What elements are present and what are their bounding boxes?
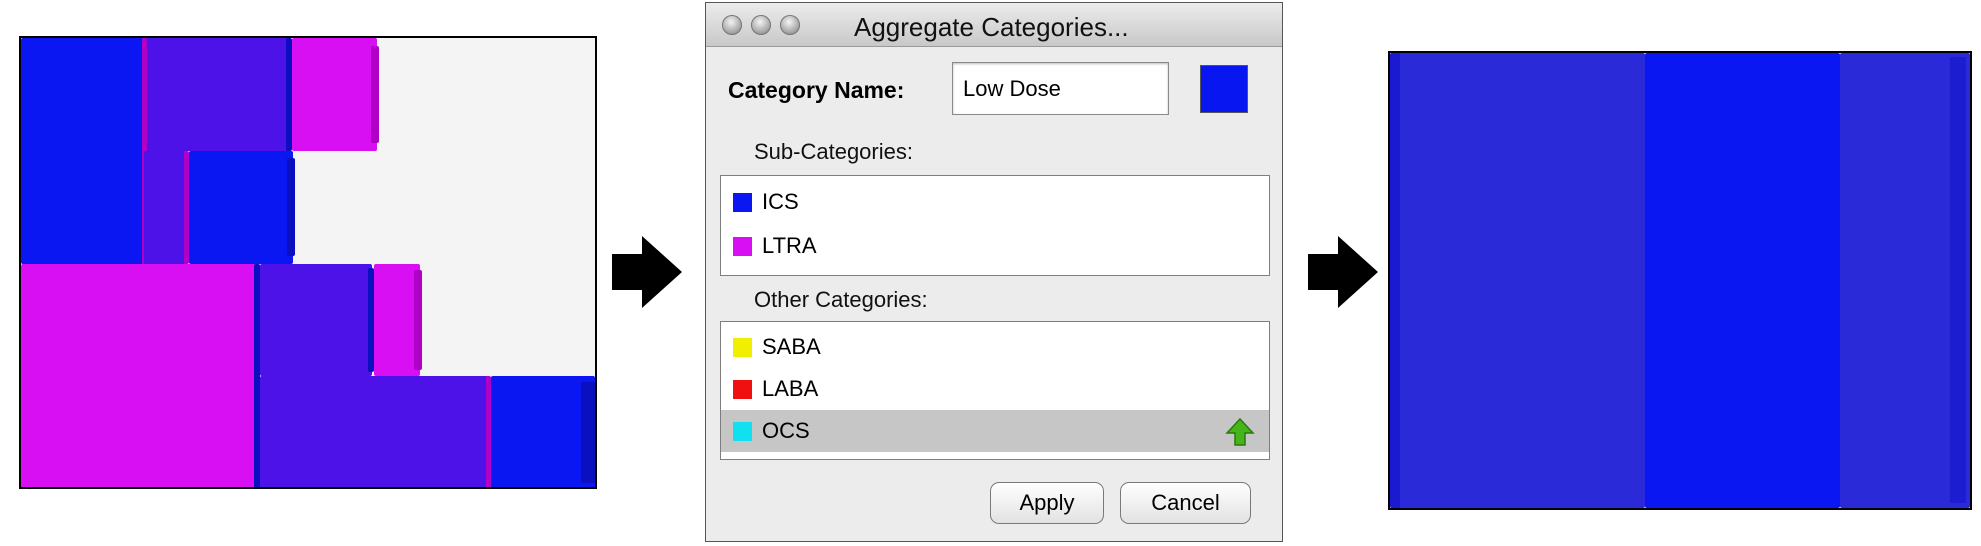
treemap-after bbox=[1388, 51, 1972, 510]
saba-color-swatch bbox=[733, 337, 752, 357]
treemap-block bbox=[21, 38, 144, 264]
treemap-block-edge bbox=[1390, 53, 1400, 508]
category-name-label: Category Name: bbox=[728, 77, 905, 103]
list-item[interactable]: ICS bbox=[721, 181, 1269, 223]
list-item-selected[interactable]: OCS bbox=[721, 410, 1269, 452]
list-item-label: LTRA bbox=[762, 233, 817, 258]
laba-color-swatch bbox=[733, 379, 752, 399]
treemap-block bbox=[189, 151, 293, 264]
close-window-button[interactable] bbox=[722, 15, 742, 35]
list-item-label: SABA bbox=[762, 334, 821, 359]
move-up-arrow-icon[interactable] bbox=[1225, 417, 1255, 447]
sub-categories-label: Sub-Categories: bbox=[754, 139, 913, 164]
treemap-block-edge bbox=[581, 382, 595, 483]
right-arrow-icon bbox=[1308, 236, 1378, 308]
treemap-block bbox=[491, 376, 595, 487]
treemap-block bbox=[260, 376, 488, 487]
treemap-block bbox=[1645, 53, 1840, 508]
cancel-button[interactable]: Cancel bbox=[1120, 482, 1251, 524]
list-item[interactable]: LTRA bbox=[721, 225, 1269, 267]
treemap-block-edge bbox=[1950, 57, 1966, 503]
category-name-input[interactable] bbox=[952, 62, 1169, 115]
list-item-label: OCS bbox=[762, 418, 810, 443]
list-item[interactable]: SABA bbox=[721, 326, 1269, 368]
zoom-window-button[interactable] bbox=[780, 15, 800, 35]
ics-color-swatch bbox=[733, 192, 752, 212]
minimize-window-button[interactable] bbox=[751, 15, 771, 35]
category-color-swatch[interactable] bbox=[1200, 65, 1248, 113]
ocs-color-swatch bbox=[733, 421, 752, 441]
apply-button[interactable]: Apply bbox=[990, 482, 1104, 524]
right-arrow-icon bbox=[612, 236, 682, 308]
list-item-label: LABA bbox=[762, 376, 819, 401]
treemap-block bbox=[144, 151, 186, 264]
dialog-title: Aggregate Categories... bbox=[854, 12, 1129, 42]
list-item[interactable]: LABA bbox=[721, 368, 1269, 410]
title-bar: Aggregate Categories... bbox=[706, 3, 1282, 47]
treemap-block-edge bbox=[371, 46, 379, 143]
treemap-before bbox=[19, 36, 597, 489]
treemap-block bbox=[1390, 53, 1645, 508]
treemap-block bbox=[21, 264, 257, 487]
treemap-block bbox=[260, 264, 372, 376]
other-categories-label: Other Categories: bbox=[754, 287, 928, 312]
sub-categories-list[interactable]: ICS LTRA bbox=[720, 175, 1270, 276]
other-categories-list[interactable]: SABA LABA OCS bbox=[720, 321, 1270, 460]
ltra-color-swatch bbox=[733, 236, 752, 256]
list-item-label: ICS bbox=[762, 189, 799, 214]
treemap-block bbox=[144, 38, 291, 151]
treemap-block bbox=[292, 38, 377, 151]
treemap-block-edge bbox=[287, 158, 295, 256]
treemap-block-edge bbox=[414, 270, 422, 370]
aggregate-categories-dialog: Aggregate Categories... Category Name: S… bbox=[705, 2, 1283, 542]
